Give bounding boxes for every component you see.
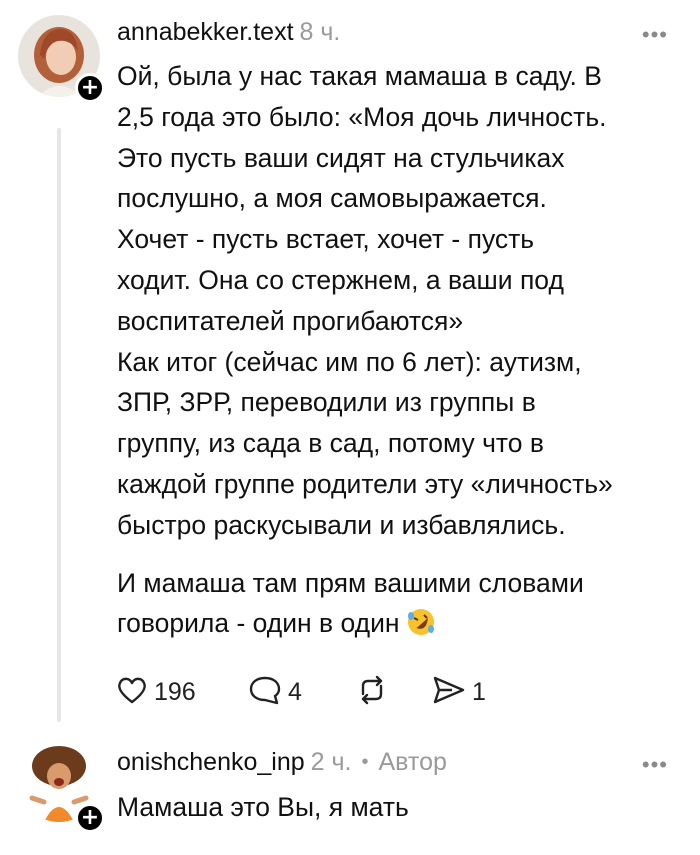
timestamp: 2 ч. (310, 748, 352, 776)
comment-body: Мамаша это Вы, я мать (117, 787, 687, 828)
repost-button[interactable] (354, 672, 390, 712)
like-count: 196 (154, 677, 196, 706)
comment-paragraph: И мамаша там прям вашими словами говорил… (117, 563, 687, 645)
paragraph-text: И мамаша там прям вашими словами говорил… (117, 567, 584, 639)
comment-body: Ой, была у нас такая мамаша в саду. В 2,… (117, 56, 687, 644)
follow-plus-icon[interactable]: + (75, 73, 105, 103)
separator-dot: • (361, 751, 369, 773)
thread-line (57, 128, 61, 722)
reply-count: 4 (288, 677, 302, 706)
share-button[interactable]: 1 (432, 672, 486, 712)
send-icon (432, 674, 466, 711)
heart-icon (116, 675, 148, 710)
comment-meta: onishchenko_inp 2 ч. • Автор (117, 748, 447, 777)
comment-paragraph: Ой, была у нас такая мамаша в саду. В 2,… (117, 61, 613, 540)
like-button[interactable]: 196 (116, 672, 196, 712)
repost-icon (354, 674, 390, 711)
follow-plus-icon[interactable]: + (75, 803, 105, 833)
share-count: 1 (472, 677, 486, 706)
comment-meta: annabekker.text 8 ч. (117, 18, 340, 47)
more-options-icon[interactable]: ••• (642, 752, 668, 778)
username[interactable]: annabekker.text (117, 18, 294, 46)
reply-button[interactable]: 4 (248, 672, 302, 712)
comment-actions: 196 4 1 (116, 672, 536, 712)
comment-bubble-icon (248, 674, 282, 711)
username[interactable]: onishchenko_inp (117, 748, 305, 776)
more-options-icon[interactable]: ••• (642, 22, 668, 48)
timestamp: 8 ч. (299, 18, 341, 46)
author-label: Автор (378, 748, 447, 776)
comment-paragraph: Мамаша это Вы, я мать (117, 792, 409, 822)
rolling-on-floor-laughing-emoji-icon (406, 607, 436, 637)
